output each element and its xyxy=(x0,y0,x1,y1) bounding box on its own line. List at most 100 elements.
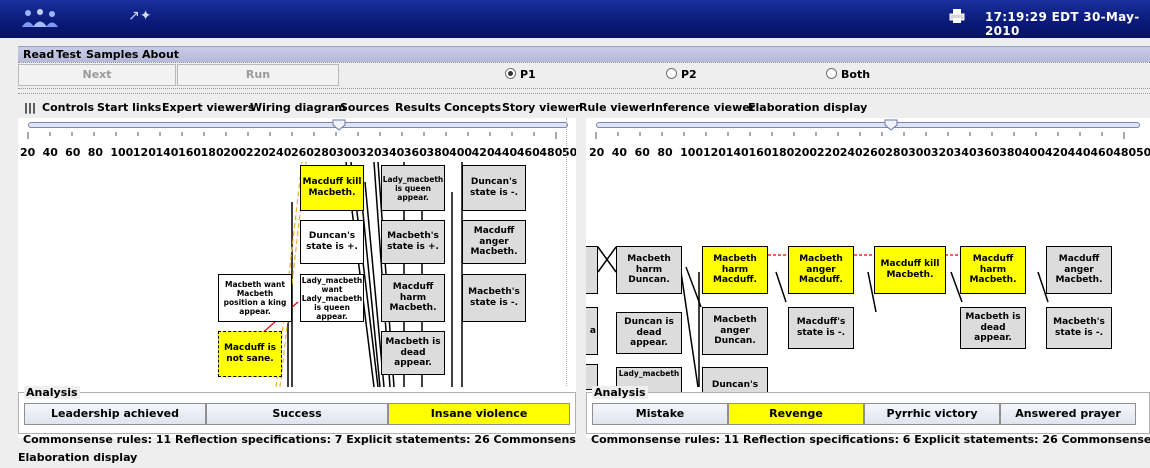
node-macbeth-anger-duncan[interactable]: Macbeth anger Duncan. xyxy=(702,307,768,355)
analysis-pyrrhic-victory-button[interactable]: Pyrrhic victory xyxy=(864,403,1000,425)
menu-about[interactable]: About xyxy=(142,48,179,61)
tab-inference-viewer[interactable]: Inference viewer xyxy=(651,101,755,114)
node-lady-macbeth-queen[interactable]: Lady_macbeth is queen appear. xyxy=(381,165,445,211)
node-macbeth-state-plus[interactable]: Macbeth's state is +. xyxy=(381,220,445,264)
radio-p1[interactable]: P1 xyxy=(505,68,536,81)
scale-label: 220 xyxy=(245,146,269,159)
scale-label: 140 xyxy=(725,146,749,159)
node-duncan-state-minus[interactable]: Duncan's state is -. xyxy=(462,165,526,211)
node-macduff-harm-macbeth-right[interactable]: Macduff harm Macbeth. xyxy=(960,246,1026,294)
node-macduff-kill-macbeth-right[interactable]: Macduff kill Macbeth. xyxy=(874,246,946,294)
next-button[interactable]: Next xyxy=(18,64,176,86)
tab-sources[interactable]: Sources xyxy=(340,101,389,114)
scale-label: 460 xyxy=(516,146,540,159)
menu-samples[interactable]: Samples xyxy=(86,48,138,61)
tab-grip-icon[interactable]: ||| xyxy=(24,101,36,114)
node-lady-macbeth-want-queen[interactable]: Lady_macbeth want Lady_macbeth is queen … xyxy=(300,274,364,322)
scale-label: 400 xyxy=(1022,146,1045,159)
slider-thumb-icon[interactable] xyxy=(332,119,346,131)
scale-label: 20 xyxy=(589,146,605,159)
radio-both-label: Both xyxy=(841,68,871,81)
right-analysis-title: Analysis xyxy=(592,386,648,399)
right-analysis-group: Analysis Mistake Revenge Pyrrhic victory… xyxy=(586,386,1150,434)
left-splitter[interactable] xyxy=(566,118,576,386)
scale-label: 120 xyxy=(702,146,726,159)
scale-label: 220 xyxy=(816,146,840,159)
scale-label: 60 xyxy=(65,146,81,159)
node-macduff-harm-macbeth[interactable]: Macduff harm Macbeth. xyxy=(381,274,445,322)
scale-label: 240 xyxy=(839,146,863,159)
scale-label: 480 xyxy=(539,146,563,159)
node-offscreen-left-1[interactable] xyxy=(586,246,598,294)
menu-test[interactable]: Test xyxy=(56,48,81,61)
scale-label: 60 xyxy=(634,146,650,159)
run-button[interactable]: Run xyxy=(177,64,339,86)
node-macbeth-harm-macduff[interactable]: Macbeth harm Macduff. xyxy=(702,246,768,294)
scale-label: 180 xyxy=(771,146,795,159)
radio-unselected-icon xyxy=(666,68,677,79)
menu-read[interactable]: Read xyxy=(23,48,54,61)
analysis-revenge-button[interactable]: Revenge xyxy=(728,403,864,425)
tab-results[interactable]: Results xyxy=(395,101,441,114)
scale-label: 320 xyxy=(930,146,954,159)
scale-label: 300 xyxy=(336,146,360,159)
tab-wiring-diagram[interactable]: Wiring diagram xyxy=(250,101,346,114)
radio-p2[interactable]: P2 xyxy=(666,68,697,81)
scale-label: 460 xyxy=(1090,146,1114,159)
users-logo-icon xyxy=(22,9,58,27)
node-macbeth-want-king[interactable]: Macbeth want Macbeth position a king app… xyxy=(218,274,292,322)
tab-story-viewer[interactable]: Story viewer xyxy=(502,101,581,114)
node-macbeth-state-minus[interactable]: Macbeth's state is -. xyxy=(462,274,526,322)
node-macduff-anger-macbeth[interactable]: Macduff anger Macbeth. xyxy=(462,220,526,264)
node-macduff-kill-macbeth[interactable]: Macduff kill Macbeth. xyxy=(300,165,364,211)
tab-expert-viewers[interactable]: Expert viewers xyxy=(162,101,254,114)
tab-controls[interactable]: Controls xyxy=(42,101,94,114)
scale-label: 160 xyxy=(178,146,202,159)
scale-label: 160 xyxy=(748,146,772,159)
scale-label: 40 xyxy=(611,146,628,159)
node-offscreen-text-a: a xyxy=(589,325,596,336)
analysis-answered-prayer-button[interactable]: Answered prayer xyxy=(1000,403,1136,425)
scale-label: 280 xyxy=(885,146,909,159)
scale-label: 100 xyxy=(110,146,134,159)
node-duncan-state-plus[interactable]: Duncan's state is +. xyxy=(300,220,364,264)
node-macbeth-dead-right[interactable]: Macbeth is dead appear. xyxy=(960,307,1026,349)
node-macbeth-harm-duncan[interactable]: Macbeth harm Duncan. xyxy=(616,246,682,294)
analysis-mistake-button[interactable]: Mistake xyxy=(592,403,728,425)
scale-label: 340 xyxy=(381,146,405,159)
scale-label: 420 xyxy=(471,146,495,159)
scale-label: 420 xyxy=(1044,146,1068,159)
tab-rule-viewer[interactable]: Rule viewer xyxy=(579,101,652,114)
scale-label: 260 xyxy=(291,146,314,159)
analysis-success-button[interactable]: Success xyxy=(206,403,388,425)
tab-start-links[interactable]: Start links xyxy=(97,101,161,114)
scale-label: 400 xyxy=(449,146,473,159)
node-offscreen-left-2[interactable]: a xyxy=(586,307,598,355)
tab-concepts[interactable]: Concepts xyxy=(444,101,501,114)
slider-thumb-icon[interactable] xyxy=(884,119,898,131)
scale-label: 300 xyxy=(908,146,932,159)
node-macduff-state-minus[interactable]: Macduff's state is -. xyxy=(788,307,854,349)
radio-both[interactable]: Both xyxy=(826,68,870,81)
panel-splitter[interactable] xyxy=(576,118,586,438)
zoom-slider-left[interactable] xyxy=(28,122,568,128)
slider-ticks xyxy=(595,132,1125,139)
node-macbeth-anger-macduff[interactable]: Macbeth anger Macduff. xyxy=(788,246,854,294)
node-duncan-dead[interactable]: Duncan is dead appear. xyxy=(616,312,682,354)
tab-elaboration-display[interactable]: Elaboration display xyxy=(748,101,867,114)
zoom-slider-right[interactable] xyxy=(596,122,1140,128)
scale-label: 120 xyxy=(132,146,156,159)
scale-label: 200 xyxy=(223,146,247,159)
scale-label: 240 xyxy=(268,146,292,159)
node-macbeth-state-minus-right[interactable]: Macbeth's state is -. xyxy=(1046,307,1112,349)
split-divider[interactable] xyxy=(18,88,1150,94)
node-macduff-anger-macbeth-right[interactable]: Macduff anger Macbeth. xyxy=(1046,246,1112,294)
node-macbeth-dead[interactable]: Macbeth is dead appear. xyxy=(381,331,445,375)
pointer-arrows-icon[interactable]: ↗✦ xyxy=(128,8,151,24)
analysis-leadership-achieved-button[interactable]: Leadership achieved xyxy=(24,403,206,425)
printer-icon[interactable] xyxy=(949,8,965,24)
scale-label: 280 xyxy=(313,146,337,159)
analysis-insane-violence-button[interactable]: Insane violence xyxy=(388,403,570,425)
node-macduff-not-sane[interactable]: Macduff is not sane. xyxy=(218,331,282,377)
tab-bar: ||| Controls Start links Expert viewers … xyxy=(18,98,1150,116)
